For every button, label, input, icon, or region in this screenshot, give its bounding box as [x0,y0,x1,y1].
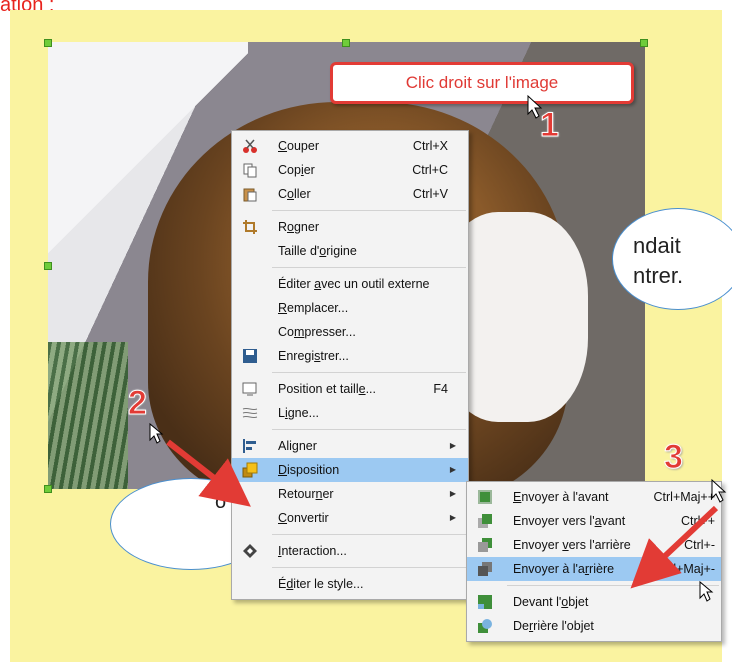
annotation-arrow-2 [166,439,251,507]
cursor-icon [711,478,727,503]
cursor-icon [149,422,164,444]
cursor-icon [527,94,543,119]
annotation-overlay [149,94,727,602]
annotation-arrow-3 [630,505,719,589]
cursor-icon [699,580,714,602]
